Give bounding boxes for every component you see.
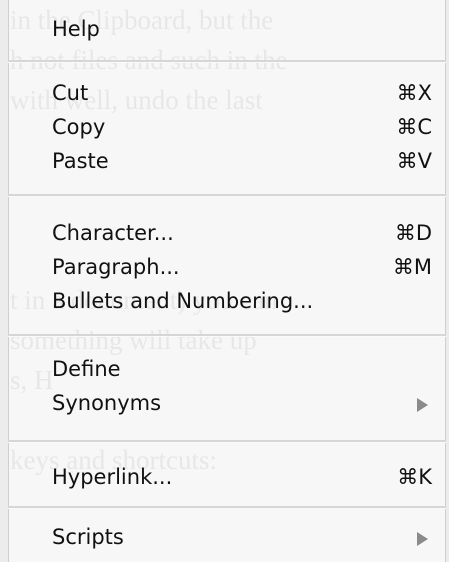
menu-separator (8, 60, 446, 63)
menu-item-character[interactable]: Character... ⌘D (8, 218, 446, 252)
menu-item-label: Help (52, 17, 100, 41)
menu-item-cut[interactable]: Cut ⌘X (8, 78, 446, 112)
menu-item-label: Hyperlink... (52, 465, 173, 489)
menu-item-hyperlink[interactable]: Hyperlink... ⌘K (8, 462, 446, 496)
shortcut-label: ⌘V (396, 149, 432, 173)
shortcut-label: ⌘D (394, 221, 432, 245)
menu-item-copy[interactable]: Copy ⌘C (8, 112, 446, 146)
menu-item-label: Define (52, 357, 121, 381)
menu-item-label: Scripts (52, 525, 124, 549)
shortcut-label: ⌘C (396, 115, 432, 139)
menu-item-label: Bullets and Numbering... (52, 289, 314, 313)
menu-separator (8, 194, 446, 197)
menu-item-label: Cut (52, 81, 89, 105)
menu-item-label: Copy (52, 115, 106, 139)
menu-separator (8, 334, 446, 337)
menu-item-define[interactable]: Define (8, 354, 446, 388)
menu-item-paragraph[interactable]: Paragraph... ⌘M (8, 252, 446, 286)
menu-item-label: Paste (52, 149, 109, 173)
shortcut-label: ⌘K (397, 465, 432, 489)
submenu-arrow-icon (417, 532, 428, 546)
menu-item-label: Character... (52, 221, 174, 245)
menu-item-paste[interactable]: Paste ⌘V (8, 146, 446, 180)
menu-item-label: Paragraph... (52, 255, 180, 279)
submenu-arrow-icon (417, 398, 428, 412)
menu-item-label: Synonyms (52, 391, 162, 415)
shortcut-label: ⌘X (396, 81, 432, 105)
menu-item-synonyms[interactable]: Synonyms (8, 388, 446, 422)
menu-item-help[interactable]: Help (8, 14, 446, 48)
menu-separator (8, 440, 446, 443)
menu-item-scripts[interactable]: Scripts (8, 522, 446, 556)
menu-item-bullets-and-numbering[interactable]: Bullets and Numbering... (8, 286, 446, 320)
shortcut-label: ⌘M (392, 255, 432, 279)
menu-separator (8, 506, 446, 509)
